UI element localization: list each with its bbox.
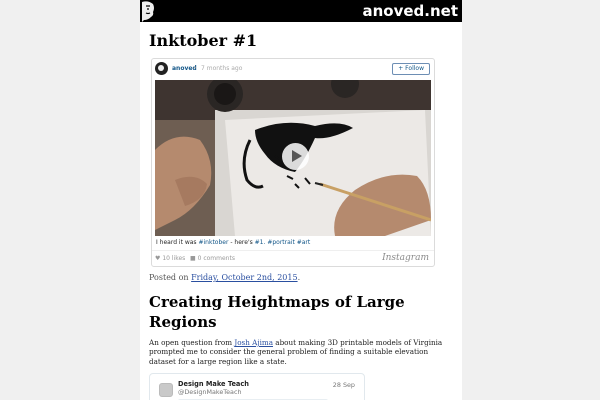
instagram-logo[interactable]: Instagram (382, 253, 429, 263)
portrait-logo-icon[interactable] (140, 0, 160, 22)
tweet-author-handle[interactable]: @DesignMakeTeach (178, 388, 242, 396)
avatar[interactable] (159, 383, 173, 397)
instagram-embed[interactable]: anoved • 7 months ago + Follow I heard i… (151, 58, 435, 267)
heart-icon: ♥ (155, 255, 161, 262)
hashtag-links[interactable]: #1. #portrait #art (255, 239, 311, 246)
post-title[interactable]: Inktober #1 (149, 31, 257, 51)
post-date-link[interactable]: Friday, October 2nd, 2015 (191, 273, 297, 282)
play-icon[interactable] (282, 143, 309, 170)
comments-count[interactable]: ■ 0 comments (190, 255, 235, 262)
divider (152, 250, 434, 251)
instagram-header: anoved • 7 months ago + Follow (152, 59, 434, 79)
posted-suffix: . (297, 273, 301, 282)
video-thumbnail[interactable] (155, 80, 431, 236)
caption-text-mid: - here's (228, 239, 253, 246)
instagram-caption: I heard it was #inktober - here's #1. #p… (156, 239, 310, 246)
avatar[interactable] (155, 62, 168, 75)
post-time[interactable]: 7 months ago (201, 65, 242, 72)
excerpt-before: An open question from (149, 338, 233, 347)
follow-button[interactable]: + Follow (392, 63, 430, 75)
likes-count[interactable]: ♥ 10 likes (155, 255, 185, 262)
hashtag-link[interactable]: #inktober (198, 239, 228, 246)
tweet-author-name[interactable]: Design Make Teach (178, 380, 249, 388)
author-link[interactable]: Josh Ajima (234, 338, 273, 347)
tweet-date[interactable]: 28 Sep (333, 381, 355, 389)
comment-icon: ■ (190, 255, 196, 262)
separator-dot: • (193, 65, 197, 72)
post-meta: Posted on Friday, October 2nd, 2015. (149, 273, 300, 282)
posted-prefix: Posted on (149, 273, 189, 282)
tweet-embed[interactable]: Design Make Teach @DesignMakeTeach 28 Se… (149, 373, 365, 400)
site-header: anoved.net (140, 0, 462, 22)
comments-label: 0 comments (197, 255, 235, 262)
page-container: anoved.net Inktober #1 anoved • 7 months… (140, 0, 462, 400)
post-excerpt: An open question from Josh Ajima about m… (149, 338, 453, 366)
caption-text: I heard it was (156, 239, 197, 246)
post-title[interactable]: Creating Heightmaps of Large Regions (149, 292, 449, 332)
site-title[interactable]: anoved.net (362, 2, 458, 20)
likes-label: 10 likes (162, 255, 186, 262)
